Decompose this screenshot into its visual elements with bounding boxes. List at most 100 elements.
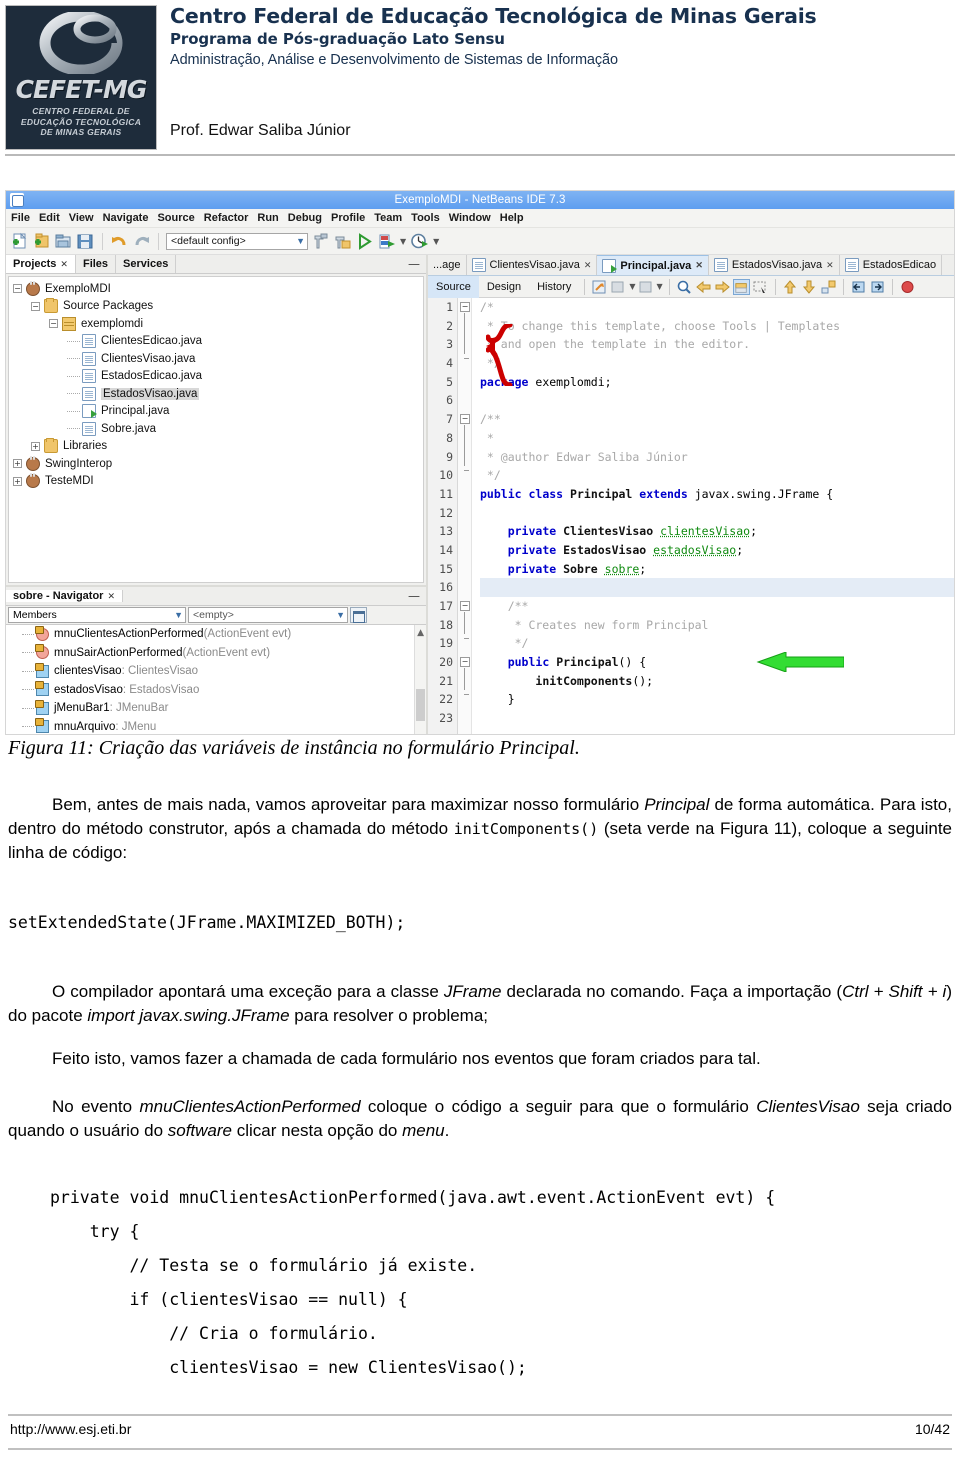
last-edit-icon[interactable] bbox=[591, 279, 608, 295]
minimize-navigator-button[interactable]: — bbox=[408, 589, 426, 603]
close-icon[interactable]: ✕ bbox=[826, 260, 834, 271]
navigator-item-estadosvisao[interactable]: estadosVisao : EstadosVisao bbox=[6, 681, 426, 700]
menu-item-window[interactable]: Window bbox=[449, 212, 491, 224]
main-toolbar[interactable]: <default config> ▼ ▼ ▼ bbox=[6, 228, 954, 255]
undo-icon[interactable] bbox=[110, 232, 129, 251]
fold-toggle-icon[interactable]: − bbox=[460, 414, 470, 424]
navigator-item-clientesvisao[interactable]: clientesVisao : ClientesVisao bbox=[6, 662, 426, 681]
editor-tab-principal[interactable]: Principal.java ✕ bbox=[597, 255, 709, 275]
fold-toggle-icon[interactable]: − bbox=[460, 601, 470, 611]
new-file-icon[interactable] bbox=[10, 232, 29, 251]
expand-toggle-icon[interactable]: + bbox=[13, 476, 22, 486]
open-project-icon[interactable] bbox=[54, 232, 73, 251]
toggle-bookmark-icon[interactable] bbox=[732, 278, 750, 295]
projects-tree[interactable]: − ExemploMDI − Source Packages − exemplo… bbox=[8, 276, 424, 583]
chevron-down-icon[interactable]: ▼ bbox=[336, 610, 345, 620]
expand-toggle-icon[interactable]: − bbox=[13, 284, 22, 294]
debug-icon[interactable] bbox=[377, 232, 396, 251]
editor-tabstrip[interactable]: ...age ClientesVisao.java ✕ Principal.ja… bbox=[428, 255, 954, 276]
menu-item-help[interactable]: Help bbox=[500, 212, 524, 224]
navigator-members-combo[interactable]: Members ▼ bbox=[8, 607, 186, 623]
explorer-tabstrip[interactable]: Projects ✕ Files Services — bbox=[6, 255, 426, 274]
shift-lines-left-icon[interactable] bbox=[850, 279, 867, 295]
stop-macro-recording-icon[interactable] bbox=[899, 279, 916, 295]
navigator-scrollbar[interactable]: ▲ bbox=[414, 625, 426, 734]
tab-files[interactable]: Files bbox=[76, 255, 117, 273]
menu-item-run[interactable]: Run bbox=[257, 212, 278, 224]
menu-item-navigate[interactable]: Navigate bbox=[103, 212, 149, 224]
navigator-item-mnuclientesactionperformed[interactable]: mnuClientesActionPerformed (ActionEvent e… bbox=[6, 625, 426, 644]
menu-item-source[interactable]: Source bbox=[157, 212, 194, 224]
expand-toggle-icon[interactable]: − bbox=[49, 319, 58, 329]
chevron-down-icon[interactable]: ▼ bbox=[174, 610, 183, 620]
editor-view-toolbar[interactable]: Source Design History ▼ ▼ bbox=[428, 275, 954, 298]
fold-toggle-icon[interactable]: − bbox=[460, 302, 470, 312]
chevron-down-icon[interactable]: ▼ bbox=[629, 282, 635, 291]
tab-services[interactable]: Services bbox=[116, 255, 177, 273]
editor-tab-clientesvisao[interactable]: ClientesVisao.java ✕ bbox=[467, 255, 598, 275]
minimize-explorer-button[interactable]: — bbox=[408, 257, 426, 271]
tree-row-clientesvisao[interactable]: ClientesVisao.java bbox=[9, 350, 423, 368]
chevron-down-icon[interactable]: ▼ bbox=[296, 236, 305, 246]
code-folding-margin[interactable]: − − − − bbox=[458, 298, 472, 734]
save-all-icon[interactable] bbox=[76, 232, 95, 251]
tree-row-estadosvisao[interactable]: EstadosVisao.java bbox=[9, 385, 423, 403]
tab-projects[interactable]: Projects ✕ bbox=[6, 255, 76, 273]
redo-icon[interactable] bbox=[132, 232, 151, 251]
tree-row-exemplomdi-package[interactable]: − exemplomdi bbox=[9, 315, 423, 333]
menu-item-file[interactable]: File bbox=[11, 212, 30, 224]
debug-dropdown-caret-icon[interactable]: ▼ bbox=[400, 237, 406, 246]
menu-item-team[interactable]: Team bbox=[374, 212, 402, 224]
clean-build-icon[interactable] bbox=[333, 232, 352, 251]
previous-error-icon[interactable] bbox=[782, 279, 799, 295]
project-config-combo[interactable]: <default config> ▼ bbox=[166, 232, 308, 250]
navigator-filters-button[interactable] bbox=[350, 607, 367, 623]
toggle-highlight-icon[interactable] bbox=[820, 279, 837, 295]
chevron-up-icon[interactable]: ▲ bbox=[417, 628, 424, 638]
tab-navigator[interactable]: sobre - Navigator ✕ bbox=[6, 590, 124, 602]
menu-item-tools[interactable]: Tools bbox=[411, 212, 440, 224]
menu-item-view[interactable]: View bbox=[69, 212, 94, 224]
menu-item-debug[interactable]: Debug bbox=[288, 212, 322, 224]
editor-tab-estadosedicao[interactable]: EstadosEdicao bbox=[840, 255, 943, 275]
run-icon[interactable] bbox=[355, 232, 374, 251]
tree-row-testemdi[interactable]: + TesteMDI bbox=[9, 473, 423, 491]
tree-row-libraries[interactable]: + Libraries bbox=[9, 438, 423, 456]
navigator-item-mnuarquivo[interactable]: mnuArquivo : JMenu bbox=[6, 718, 426, 735]
menu-item-edit[interactable]: Edit bbox=[39, 212, 60, 224]
menu-item-profile[interactable]: Profile bbox=[331, 212, 365, 224]
expand-toggle-icon[interactable]: + bbox=[13, 459, 22, 469]
close-icon[interactable]: ✕ bbox=[60, 259, 68, 270]
navigator-item-jmenubar1[interactable]: jMenuBar1 : JMenuBar bbox=[6, 699, 426, 718]
new-project-icon[interactable] bbox=[32, 232, 51, 251]
navigator-tabstrip[interactable]: sobre - Navigator ✕ — bbox=[6, 587, 426, 606]
navigator-filter-bar[interactable]: Members ▼ <empty> ▼ bbox=[6, 606, 426, 625]
shift-left-icon[interactable] bbox=[610, 279, 627, 295]
editor-view-design[interactable]: Design bbox=[479, 276, 529, 298]
close-icon[interactable]: ✕ bbox=[695, 260, 703, 271]
tree-row-principal[interactable]: Principal.java bbox=[9, 403, 423, 421]
expand-toggle-icon[interactable]: + bbox=[31, 441, 40, 451]
fold-toggle-icon[interactable]: − bbox=[460, 657, 470, 667]
tree-row-sobre[interactable]: Sobre.java bbox=[9, 420, 423, 438]
navigator-scope-combo[interactable]: <empty> ▼ bbox=[188, 607, 348, 623]
scrollbar-thumb[interactable] bbox=[416, 689, 425, 721]
profile-icon[interactable] bbox=[410, 232, 429, 251]
editor-view-source[interactable]: Source bbox=[428, 275, 479, 298]
editor-tab-estadosvisao[interactable]: EstadosVisao.java ✕ bbox=[709, 255, 840, 275]
shift-right-icon[interactable] bbox=[638, 279, 655, 295]
menu-bar[interactable]: File Edit View Navigate Source Refactor … bbox=[6, 209, 954, 228]
next-bookmark-icon[interactable] bbox=[714, 279, 731, 295]
tree-row-swinginterop[interactable]: + SwingInterop bbox=[9, 455, 423, 473]
navigator-members-list[interactable]: mnuClientesActionPerformed (ActionEvent e… bbox=[6, 625, 426, 735]
chevron-down-icon-2[interactable]: ▼ bbox=[657, 282, 663, 291]
editor-view-history[interactable]: History bbox=[529, 276, 579, 298]
menu-item-refactor[interactable]: Refactor bbox=[204, 212, 249, 224]
next-error-icon[interactable] bbox=[801, 279, 818, 295]
profile-dropdown-caret-icon[interactable]: ▼ bbox=[433, 237, 439, 246]
close-icon[interactable]: ✕ bbox=[584, 260, 592, 271]
editor-tab-age[interactable]: ...age bbox=[428, 255, 467, 275]
previous-bookmark-icon[interactable] bbox=[695, 279, 712, 295]
tree-row-estadosedicao[interactable]: EstadosEdicao.java bbox=[9, 368, 423, 386]
navigator-item-mnusairactionperformed[interactable]: mnuSairActionPerformed (ActionEvent evt) bbox=[6, 644, 426, 663]
